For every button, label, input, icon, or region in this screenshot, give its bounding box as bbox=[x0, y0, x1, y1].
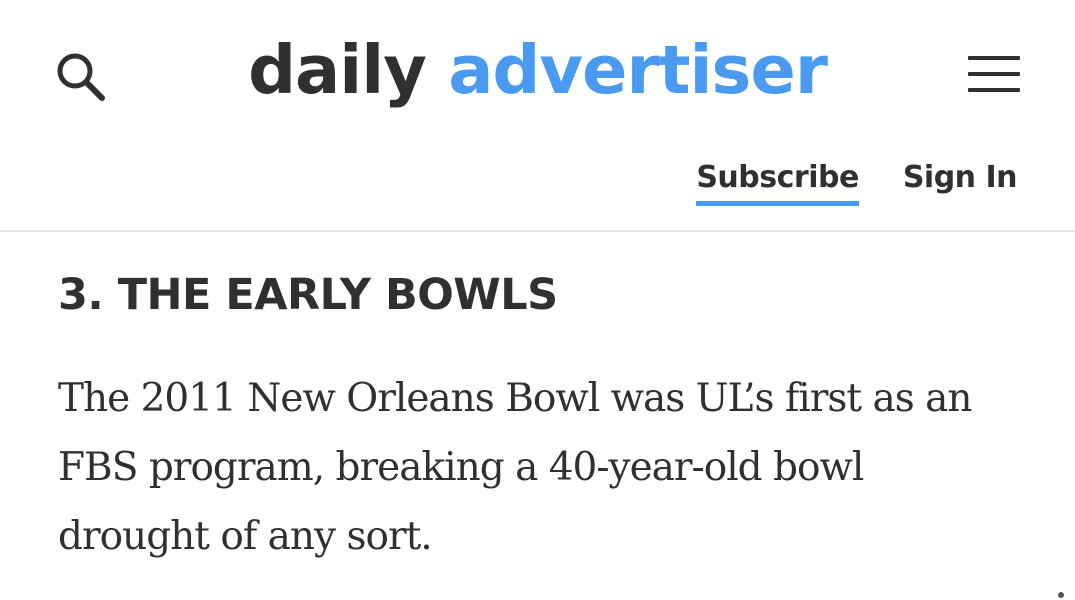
site-logo[interactable]: daily advertiser bbox=[0, 20, 1075, 120]
menu-bar bbox=[968, 72, 1020, 76]
menu-bar bbox=[968, 56, 1020, 60]
account-links: Subscribe Sign In bbox=[696, 160, 1018, 210]
subscribe-link[interactable]: Subscribe bbox=[696, 160, 859, 206]
sign-in-link[interactable]: Sign In bbox=[903, 160, 1018, 195]
header-divider bbox=[0, 230, 1075, 232]
logo-word-advertiser: advertiser bbox=[448, 31, 828, 109]
menu-bar bbox=[968, 88, 1020, 92]
logo-word-daily: daily bbox=[248, 31, 427, 109]
hamburger-menu-icon[interactable] bbox=[966, 54, 1022, 96]
scroll-indicator bbox=[1058, 592, 1064, 598]
article-paragraph: The 2011 New Orleans Bowl was UL’s first… bbox=[58, 376, 973, 559]
section-heading: 3. THE EARLY BOWLS bbox=[58, 270, 558, 320]
page: daily advertiser Subscribe Sign In 3. THE… bbox=[0, 0, 1075, 600]
